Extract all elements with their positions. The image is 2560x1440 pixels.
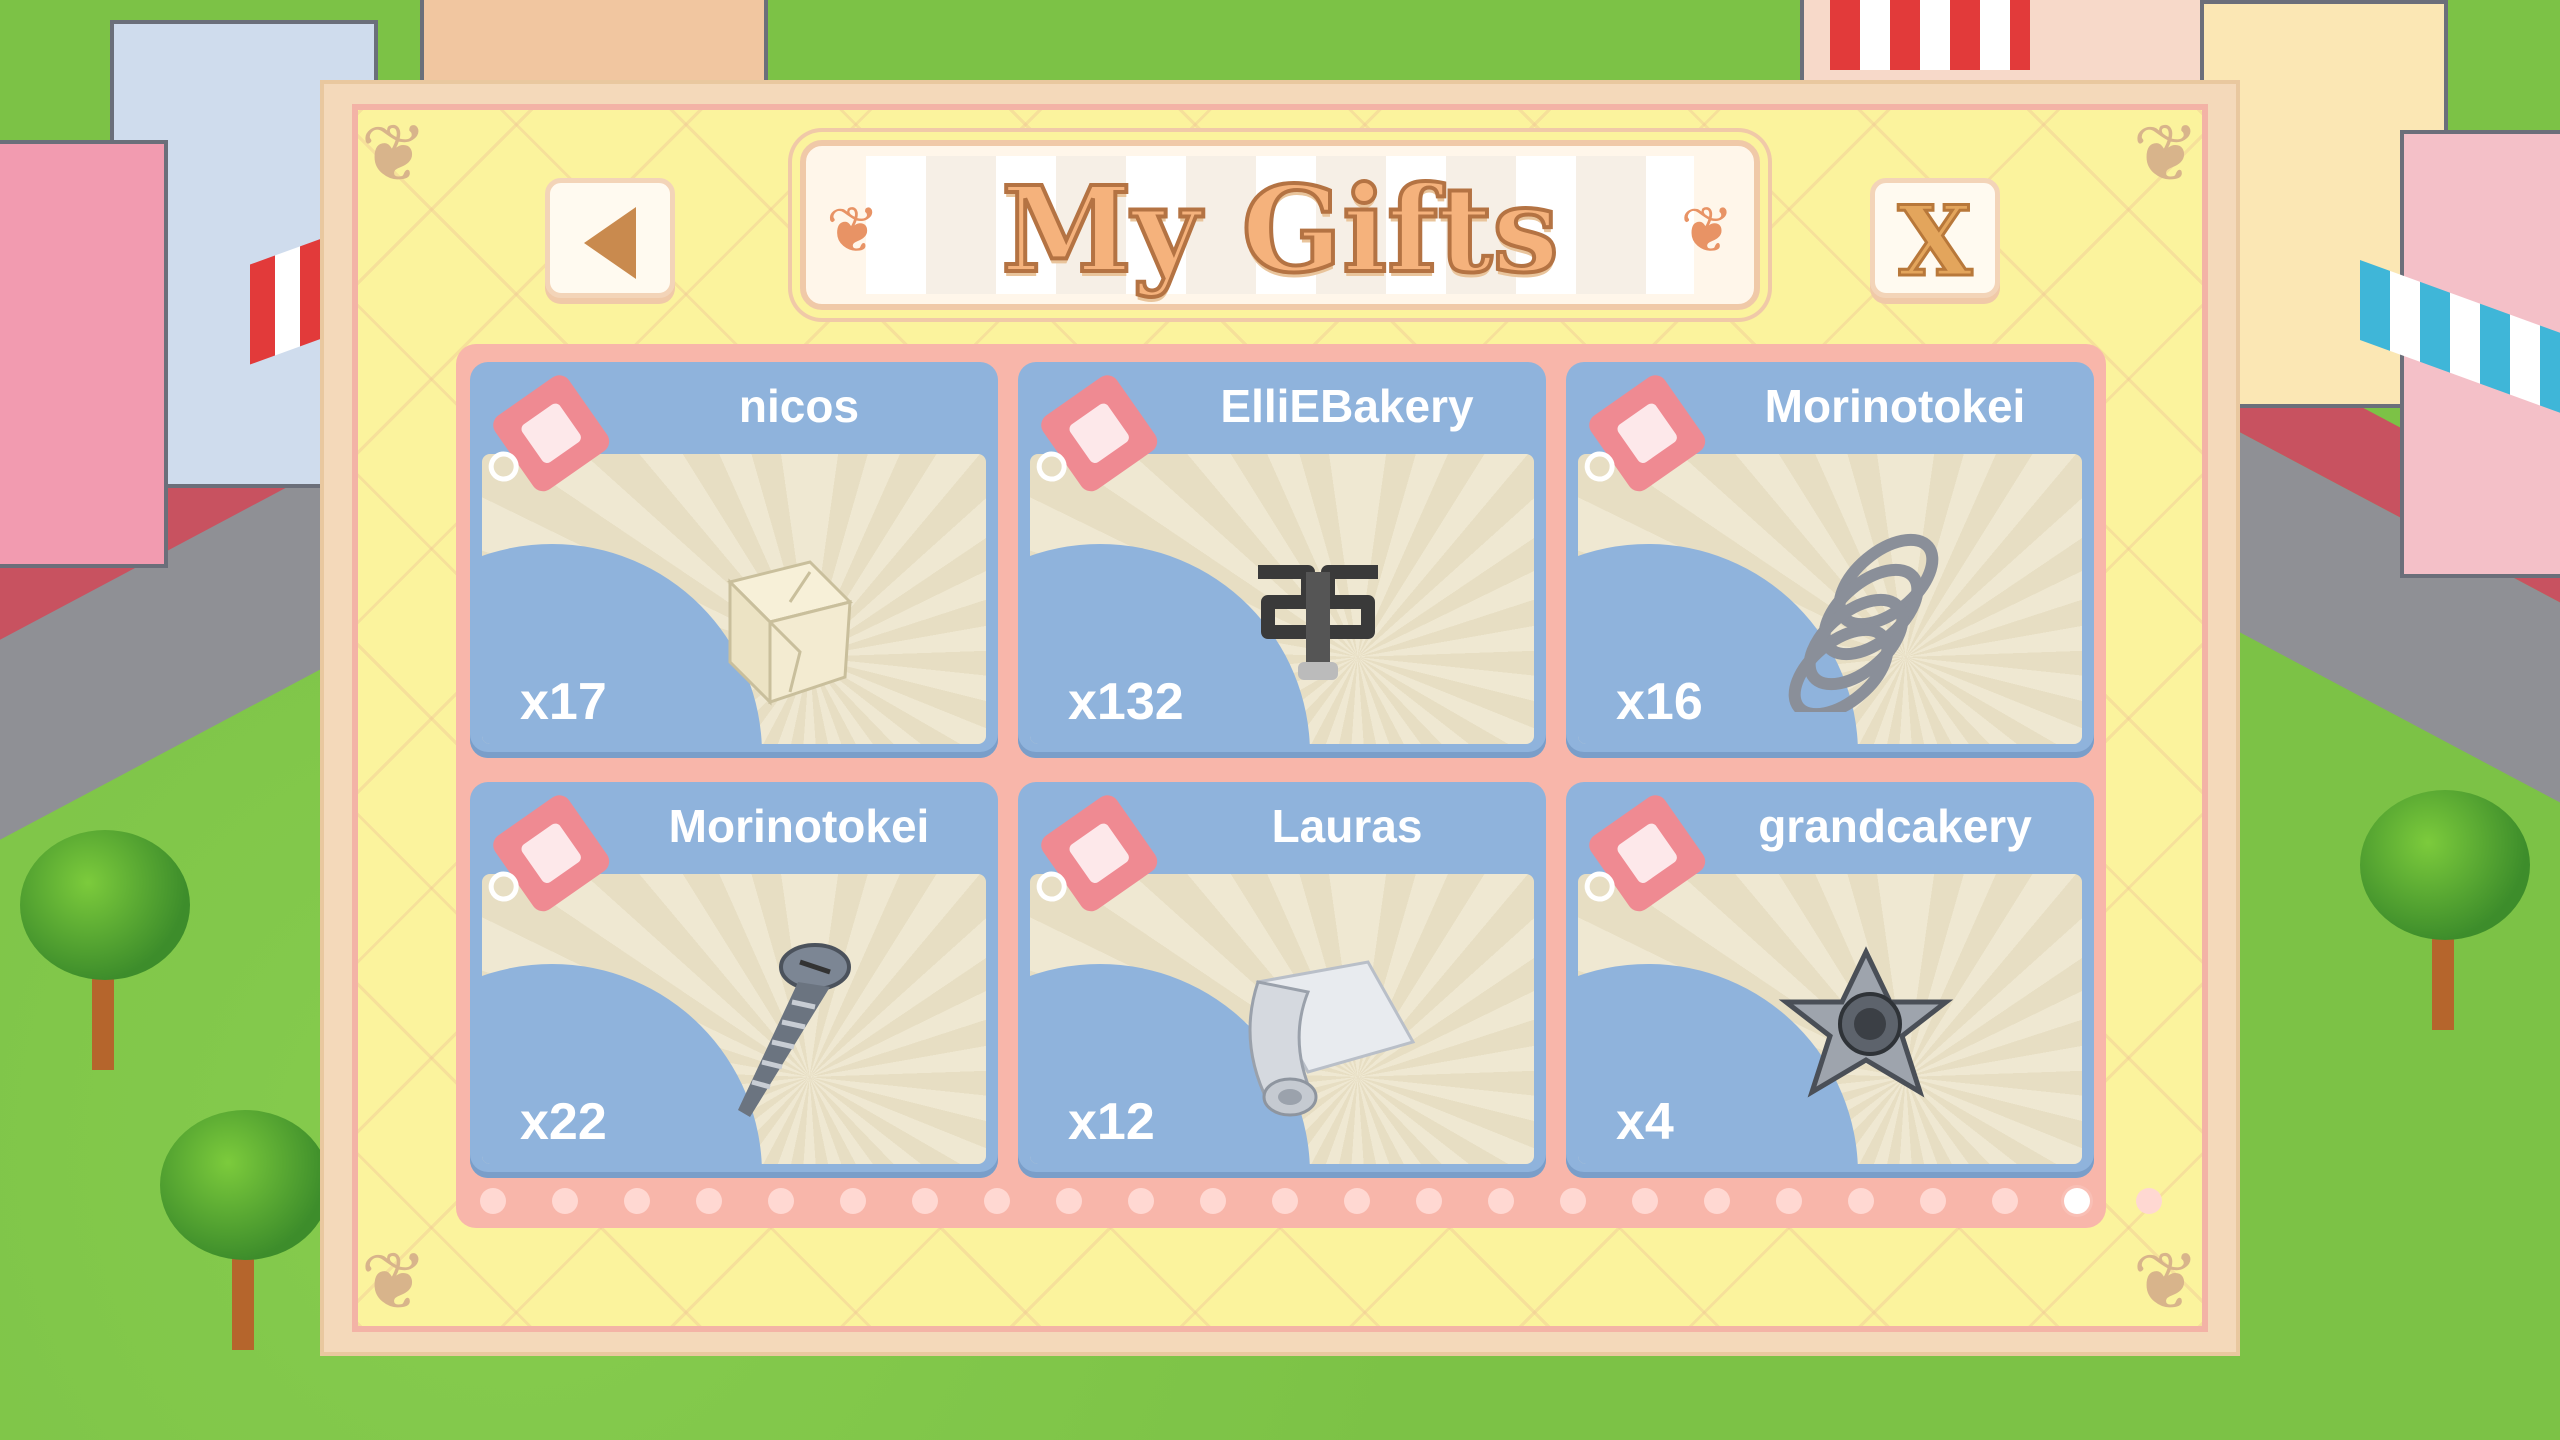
gift-sender: Morinotokei [668, 800, 930, 852]
corner-ornament-top-right: ❦ [2132, 107, 2200, 200]
gift-count: x22 [520, 1093, 607, 1151]
back-arrow-icon [584, 207, 636, 279]
star-nut-icon [1778, 946, 1954, 1098]
page-dot[interactable] [1488, 1188, 1514, 1214]
page-dot[interactable] [552, 1188, 578, 1214]
gift-card[interactable]: Morinotokei x16 [1566, 362, 2094, 758]
page-dot[interactable] [2064, 1188, 2090, 1214]
page-dot[interactable] [1632, 1188, 1658, 1214]
page-dot[interactable] [696, 1188, 722, 1214]
page-dot[interactable] [840, 1188, 866, 1214]
gift-count: x12 [1068, 1093, 1155, 1151]
page-dot[interactable] [624, 1188, 650, 1214]
metal-sheet-roll-icon [1248, 960, 1416, 1117]
page-title: My Gifts [999, 158, 1561, 301]
page-dot[interactable] [1416, 1188, 1442, 1214]
gift-count: x4 [1616, 1093, 1674, 1151]
gift-sender: Lauras [1271, 800, 1423, 852]
gift-card[interactable]: nicos x17 [470, 362, 998, 758]
page-dot[interactable] [1848, 1188, 1874, 1214]
gift-sender: grandcakery [1758, 800, 2032, 852]
gift-card[interactable]: Morinotokei x22 [470, 782, 998, 1178]
page-dot[interactable] [1200, 1188, 1226, 1214]
close-button[interactable]: X [1870, 178, 2000, 298]
gift-card[interactable]: Lauras x12 [1018, 782, 1546, 1178]
building-top-left [420, 0, 768, 88]
page-dot[interactable] [1344, 1188, 1370, 1214]
back-button[interactable] [545, 178, 675, 298]
page-dot[interactable] [1272, 1188, 1298, 1214]
page-dot[interactable] [984, 1188, 1010, 1214]
gift-count: x132 [1068, 673, 1184, 731]
title-plate: ❦ ❦ My Gifts [800, 140, 1760, 310]
gift-sender: Morinotokei [1764, 380, 2026, 432]
coil-spring-icon [1788, 533, 1939, 712]
corner-ornament-bottom-right: ❦ [2132, 1235, 2200, 1328]
screw-icon [738, 943, 851, 1117]
gift-count: x17 [520, 673, 607, 731]
page-dot[interactable] [912, 1188, 938, 1214]
corner-ornament-bottom-left: ❦ [360, 1235, 428, 1328]
awning-top [1830, 0, 2030, 70]
gift-card[interactable]: grandcakery x4 [1566, 782, 2094, 1178]
corner-ornament-top-left: ❦ [360, 107, 428, 200]
page-dot[interactable] [480, 1188, 506, 1214]
gift-count: x16 [1616, 673, 1703, 731]
page-dot[interactable] [1704, 1188, 1730, 1214]
paper-box-icon [727, 560, 853, 706]
page-dot[interactable] [1056, 1188, 1082, 1214]
gift-sender: ElliEBakery [1220, 380, 1474, 432]
page-dot[interactable] [1560, 1188, 1586, 1214]
page-dot[interactable] [1776, 1188, 1802, 1214]
gift-sender: nicos [738, 380, 860, 432]
metal-bracket-icon [1258, 565, 1378, 680]
building-left-pink [0, 140, 168, 568]
page-dot[interactable] [1920, 1188, 1946, 1214]
pagination-dots [480, 1188, 2162, 1218]
page-dot[interactable] [2136, 1188, 2162, 1214]
page-dot[interactable] [1992, 1188, 2018, 1214]
page-dot[interactable] [1128, 1188, 1154, 1214]
page-dot[interactable] [768, 1188, 794, 1214]
close-icon: X [1896, 185, 1973, 298]
gift-card[interactable]: ElliEBakery x132 [1018, 362, 1546, 758]
